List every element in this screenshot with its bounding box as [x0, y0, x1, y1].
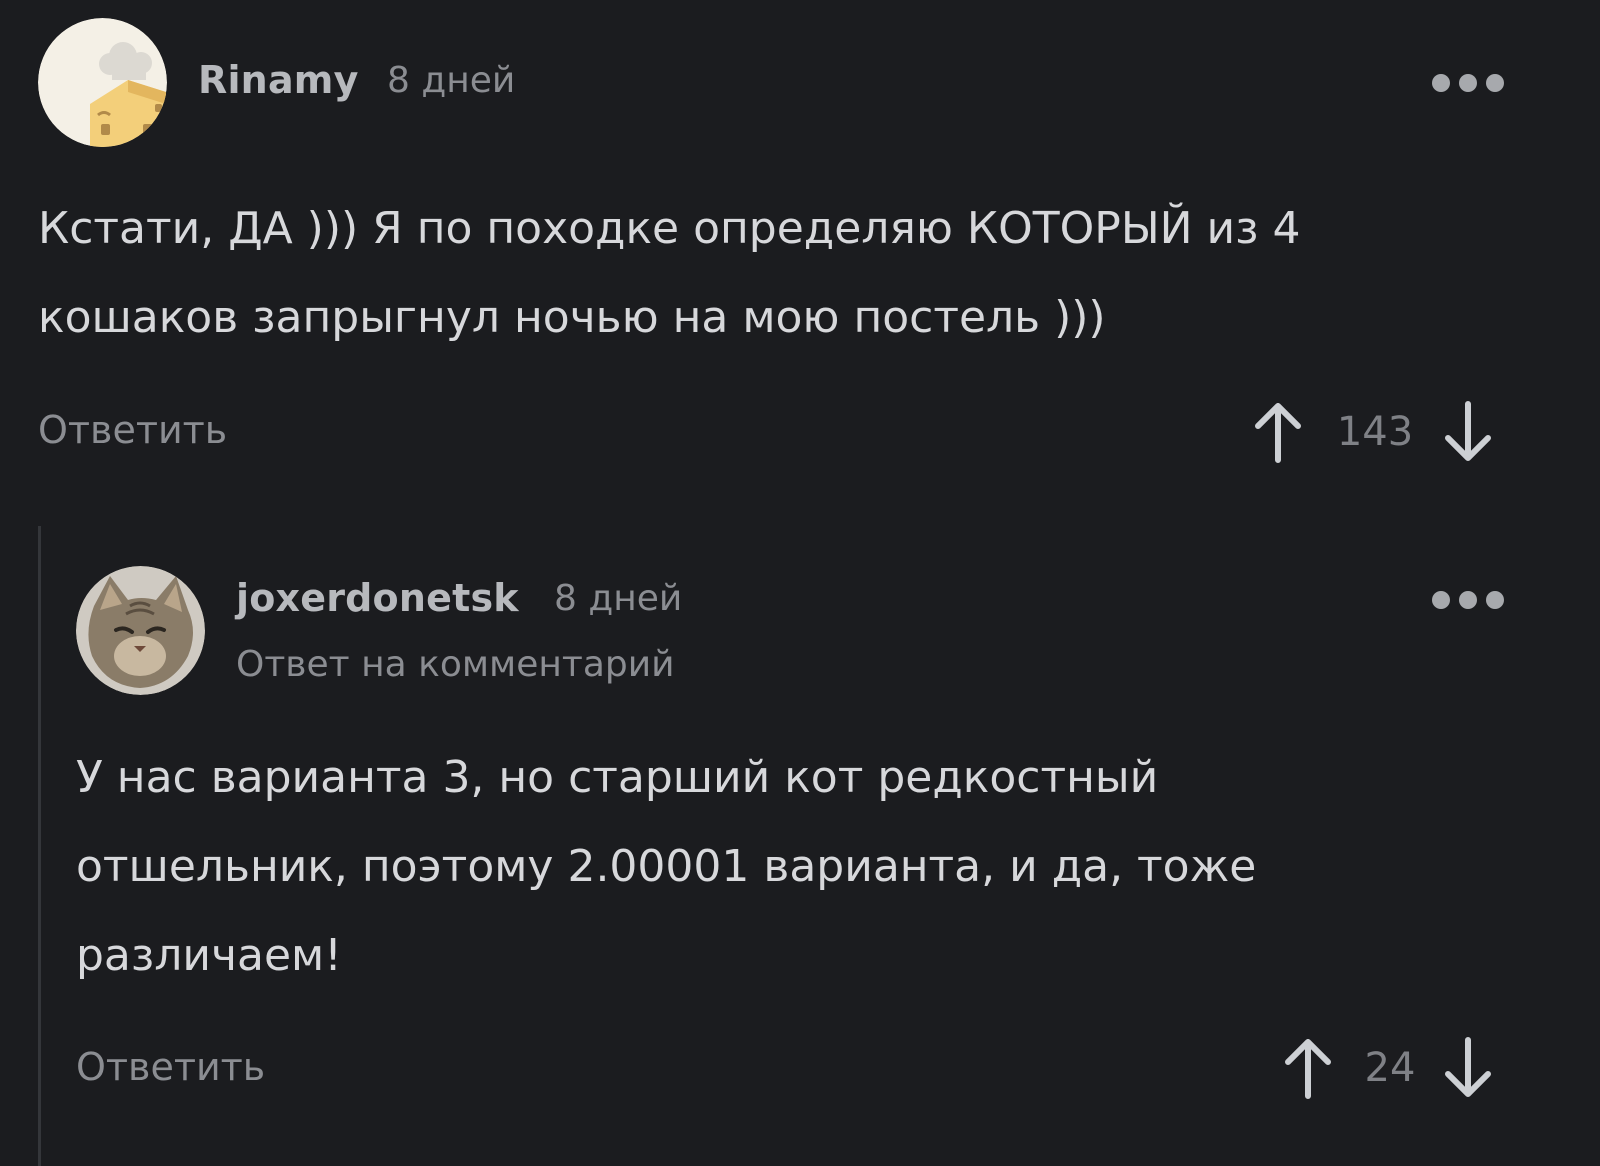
thread-line [38, 526, 41, 1166]
comments-thread: Rinamy 8 дней Кстати, ДА ))) Я по походк… [0, 0, 1600, 1166]
comment-body: У нас варианта 3, но старший кот редкост… [76, 733, 1556, 1000]
rating-count: 24 [1364, 1045, 1416, 1091]
dot-icon [1486, 591, 1504, 609]
vote-controls: 24 [1280, 1036, 1500, 1100]
comment-author[interactable]: joxerdonetsk [236, 576, 519, 620]
avatar[interactable] [76, 566, 205, 695]
more-options-button[interactable] [1432, 591, 1504, 609]
dot-icon [1432, 74, 1450, 92]
comment-line: различаем! [76, 930, 342, 981]
chef-hat-house-avatar-icon [38, 18, 167, 147]
dot-icon [1459, 591, 1477, 609]
comment-author[interactable]: Rinamy [198, 58, 359, 102]
upvote-arrow-icon[interactable] [1280, 1036, 1340, 1100]
dot-icon [1459, 74, 1477, 92]
reply-to-link[interactable]: Ответ на комментарий [236, 644, 675, 685]
cat-photo-avatar-icon [76, 566, 205, 695]
comment-time: 8 дней [554, 578, 683, 619]
rating-count: 143 [1336, 409, 1414, 455]
comment-body: Кстати, ДА ))) Я по походке определяю КО… [38, 184, 1558, 362]
downvote-arrow-icon[interactable] [1440, 400, 1500, 464]
comment-line: отшельник, поэтому 2.00001 варианта, и д… [76, 841, 1257, 892]
comment-line: кошаков запрыгнул ночью на мою постель )… [38, 292, 1106, 343]
comment-time: 8 дней [387, 60, 516, 101]
avatar[interactable] [38, 18, 167, 147]
reply-button[interactable]: Ответить [38, 408, 227, 452]
upvote-arrow-icon[interactable] [1250, 400, 1310, 464]
reply-button[interactable]: Ответить [76, 1045, 265, 1089]
more-options-button[interactable] [1432, 74, 1504, 92]
comment-line: У нас варианта 3, но старший кот редкост… [76, 752, 1159, 803]
vote-controls: 143 [1250, 400, 1500, 464]
comment-line: Кстати, ДА ))) Я по походке определяю КО… [38, 203, 1301, 254]
dot-icon [1432, 591, 1450, 609]
downvote-arrow-icon[interactable] [1440, 1036, 1500, 1100]
dot-icon [1486, 74, 1504, 92]
